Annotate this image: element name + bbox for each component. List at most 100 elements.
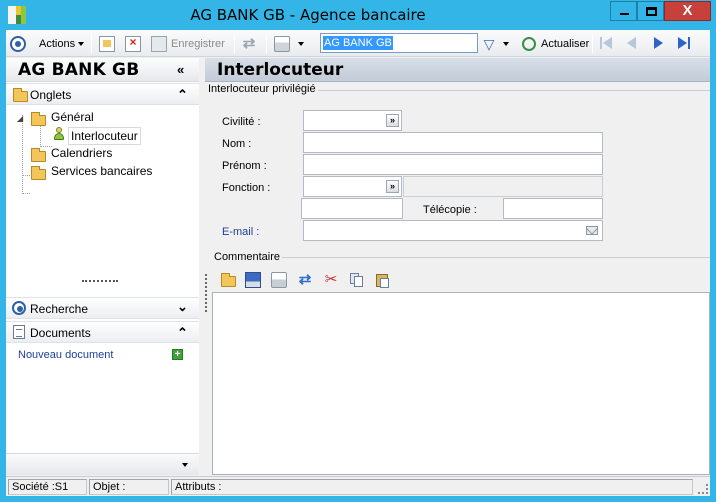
tree-item-label: Services bancaires	[51, 164, 153, 178]
last-record-button[interactable]	[676, 34, 694, 53]
minimize-button[interactable]	[610, 1, 637, 21]
first-record-button[interactable]	[599, 34, 615, 53]
prenom-label: Prénom :	[222, 160, 267, 172]
person-icon	[53, 127, 65, 141]
open-folder-button[interactable]	[220, 272, 236, 288]
section-onglets[interactable]: Onglets ⌃	[6, 83, 199, 105]
nom-field[interactable]	[303, 132, 603, 153]
chevron-down-icon[interactable]: ⌄	[177, 300, 188, 314]
section-documents[interactable]: Documents ⌃	[6, 321, 199, 343]
expand-toggle-icon[interactable]: ◢	[17, 114, 23, 123]
chevron-down-icon[interactable]: »	[386, 180, 399, 193]
tree-item-label: Général	[51, 110, 94, 124]
chevron-up-icon[interactable]: ⌃	[177, 88, 188, 102]
telecopie-field[interactable]	[503, 198, 603, 219]
scissors-icon: ✂	[324, 271, 338, 288]
first-arrow-icon	[603, 37, 612, 49]
civilite-select[interactable]: »	[303, 110, 402, 131]
printer-icon	[274, 35, 290, 52]
toolbar-separator	[234, 34, 235, 53]
folder-icon	[221, 273, 236, 287]
telephone-field[interactable]	[301, 198, 403, 219]
fonction-detail-field	[403, 176, 603, 197]
refresh-button[interactable]: Actualiser	[522, 34, 589, 53]
main-panel: Interlocuteur Interlocuteur privilégié C…	[205, 58, 710, 475]
search-input-value: AG BANK GB	[323, 36, 393, 50]
sync-comment-button[interactable]: ⇄	[297, 272, 313, 288]
previous-record-button[interactable]	[624, 34, 640, 53]
main-header: Interlocuteur	[205, 58, 710, 82]
telecopie-label: Télécopie :	[423, 204, 477, 216]
home-button[interactable]	[10, 34, 26, 53]
next-record-button[interactable]	[650, 34, 666, 53]
left-panel-header: AG BANK GB «	[6, 58, 199, 82]
splitter-grip[interactable]	[82, 280, 118, 282]
civilite-label: Civilité :	[222, 116, 261, 128]
actions-menu-button[interactable]: Actions	[39, 34, 85, 53]
left-panel-footer	[6, 453, 199, 475]
comment-label: Commentaire	[214, 251, 283, 263]
last-arrow-icon	[678, 37, 687, 49]
first-record-icon	[600, 37, 602, 49]
new-document-label: Nouveau document	[18, 349, 114, 361]
section-recherche-label: Recherche	[30, 302, 89, 316]
comment-divider	[281, 257, 710, 258]
last-record-icon	[688, 37, 690, 49]
collapse-panel-button[interactable]: «	[177, 63, 184, 77]
save-comment-button[interactable]	[245, 272, 261, 288]
chevron-down-icon[interactable]	[182, 463, 188, 467]
main-toolbar: Actions × Enregistrer ⇄ AG BANK GB ▽ Act…	[6, 30, 710, 57]
filter-button[interactable]: ▽	[481, 34, 509, 53]
comment-textarea[interactable]	[212, 292, 710, 475]
copy-button[interactable]	[349, 272, 365, 288]
panel-splitter[interactable]	[205, 274, 207, 312]
next-arrow-icon	[654, 37, 663, 49]
chevron-up-icon[interactable]: ⌃	[177, 326, 188, 340]
folder-icon	[31, 166, 46, 180]
page-title: Interlocuteur	[217, 60, 344, 80]
chevron-down-icon	[78, 41, 85, 46]
maximize-button[interactable]	[637, 1, 664, 21]
previous-arrow-icon	[627, 37, 636, 49]
paste-button[interactable]	[375, 272, 391, 288]
save-label: Enregistrer	[171, 37, 225, 50]
navigation-icon	[10, 35, 26, 52]
chevron-down-icon[interactable]: »	[386, 114, 399, 127]
print-button[interactable]	[274, 34, 304, 53]
folder-icon	[31, 112, 46, 126]
group-label: Interlocuteur privilégié	[208, 83, 318, 95]
new-button[interactable]	[99, 34, 115, 53]
status-societe: Société :S1	[8, 479, 87, 495]
section-recherche[interactable]: Recherche ⌄	[6, 297, 199, 319]
tree-item-label: Interlocuteur	[68, 127, 141, 145]
search-icon	[12, 301, 26, 315]
toolbar-separator	[266, 34, 267, 53]
mail-icon[interactable]	[586, 226, 598, 235]
chevron-down-icon	[503, 41, 509, 46]
title-bar[interactable]: AG BANK GB - Agence bancaire X	[0, 0, 716, 30]
delete-button[interactable]: ×	[125, 34, 141, 53]
toolbar-separator	[592, 34, 593, 53]
print-comment-button[interactable]	[271, 272, 287, 288]
cut-button[interactable]: ✂	[323, 272, 339, 288]
refresh-icon	[522, 36, 536, 51]
add-icon[interactable]: +	[172, 349, 183, 360]
email-label[interactable]: E-mail :	[222, 226, 259, 238]
sync-button[interactable]: ⇄	[241, 34, 257, 53]
fonction-select[interactable]: »	[303, 176, 402, 197]
status-objet: Objet :	[89, 479, 169, 495]
toolbar-separator	[91, 34, 92, 53]
nom-label: Nom :	[222, 138, 252, 150]
email-field[interactable]	[303, 220, 603, 241]
tree-line	[22, 115, 23, 194]
close-button[interactable]: X	[664, 1, 711, 21]
document-icon	[13, 325, 25, 339]
prenom-field[interactable]	[303, 154, 603, 175]
left-panel: AG BANK GB « Onglets ⌃ ◢ Général Interlo…	[6, 58, 199, 475]
save-button[interactable]: Enregistrer	[151, 34, 225, 53]
actions-label: Actions	[39, 37, 76, 50]
resize-grip[interactable]	[698, 484, 708, 494]
close-icon: X	[682, 2, 693, 19]
folder-icon	[31, 148, 46, 162]
search-input[interactable]: AG BANK GB	[320, 33, 478, 53]
